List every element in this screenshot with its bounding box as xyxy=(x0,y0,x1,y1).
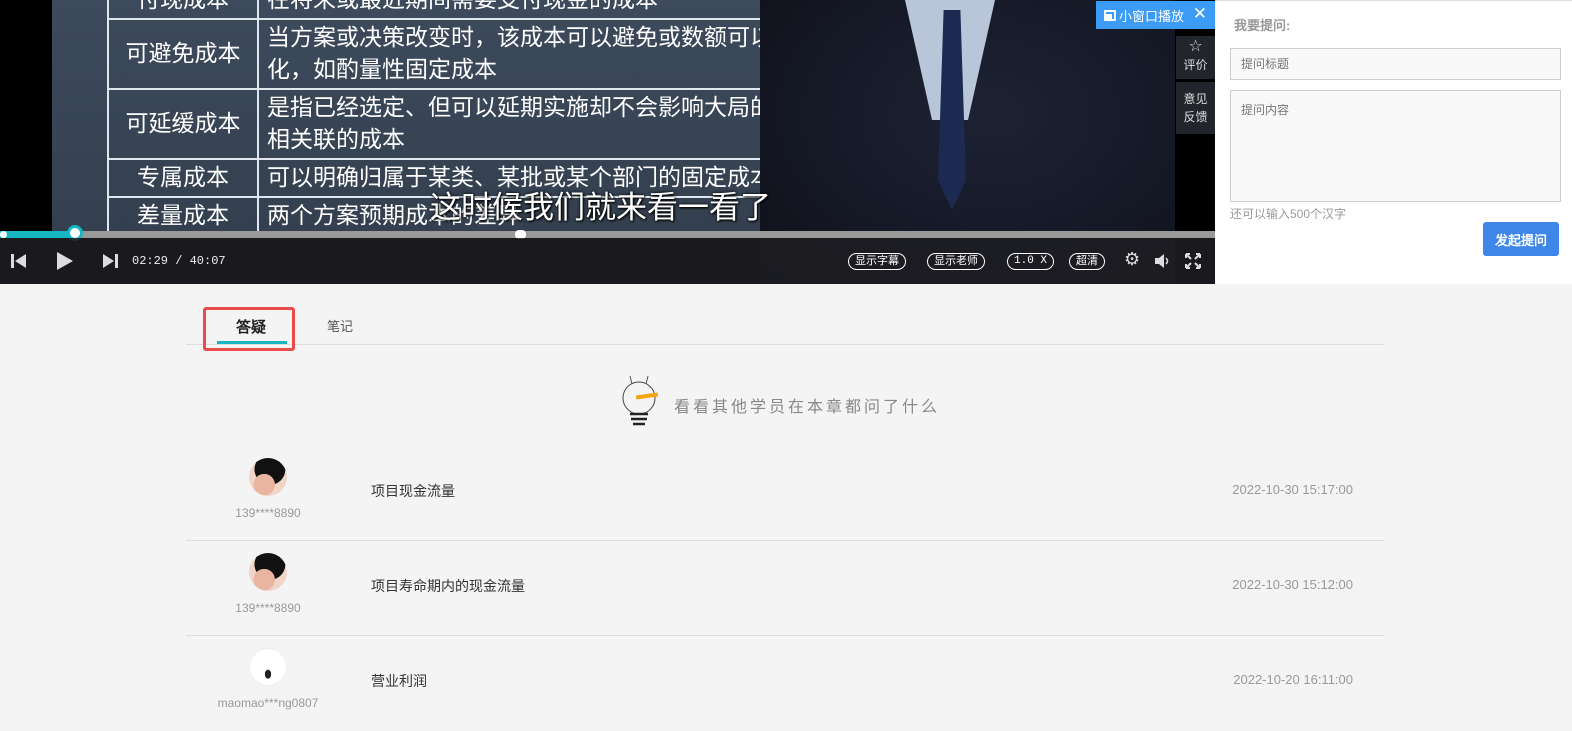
question-date: 2022-10-20 16:11:00 xyxy=(1233,672,1353,687)
control-bar: 02:29 / 40:07 显示字幕 显示老师 1.0 X 超清 ⚙ xyxy=(0,238,1215,284)
panel-title: 我要提问: xyxy=(1234,18,1291,33)
slide-term: 可延缓成本 xyxy=(107,88,259,160)
star-icon: ☆ xyxy=(1188,38,1203,55)
slide-term: 付现成本 xyxy=(107,0,259,20)
tab-notes[interactable]: 笔记 xyxy=(327,316,353,335)
submit-question-button[interactable]: 发起提问 xyxy=(1483,222,1559,256)
close-icon[interactable]: ✕ xyxy=(1193,4,1207,24)
slide-term: 差量成本 xyxy=(107,196,259,236)
progress-start xyxy=(0,231,7,238)
mini-window-label: 小窗口播放 xyxy=(1119,8,1185,24)
question-title-input[interactable] xyxy=(1230,48,1561,80)
rate-button[interactable]: ☆ 评价 xyxy=(1176,36,1215,79)
highlight-box xyxy=(203,307,295,351)
settings-icon[interactable]: ⚙ xyxy=(1124,249,1140,270)
show-teacher-button[interactable]: 显示老师 xyxy=(927,253,985,270)
previous-icon[interactable] xyxy=(10,253,26,269)
volume-icon[interactable] xyxy=(1154,253,1172,269)
time-display: 02:29 / 40:07 xyxy=(132,254,226,268)
next-icon[interactable] xyxy=(103,253,119,269)
play-icon[interactable] xyxy=(55,251,75,271)
hint-text: 看看其他学员在本章都问了什么 xyxy=(674,397,941,416)
username: 139****8890 xyxy=(235,601,301,615)
slide-term: 可避免成本 xyxy=(107,18,259,90)
feedback-label: 意见 xyxy=(1183,92,1208,106)
question-title[interactable]: 项目寿命期内的现金流量 xyxy=(371,576,525,596)
rate-label: 评价 xyxy=(1183,58,1208,72)
ask-question-panel: 我要提问: 还可以输入500个汉字 发起提问 xyxy=(1215,0,1572,284)
char-remaining: 还可以输入500个汉字 xyxy=(1230,207,1347,221)
subtitle-text: 这时候我们就来看一看了 xyxy=(430,190,771,226)
show-subtitles-button[interactable]: 显示字幕 xyxy=(848,253,906,270)
slide-term: 专属成本 xyxy=(107,158,259,198)
quality-button[interactable]: 超清 xyxy=(1069,253,1105,270)
question-row[interactable]: 139****8890 项目现金流量 2022-10-30 15:17:00 xyxy=(186,446,1384,541)
feedback-label: 反馈 xyxy=(1183,110,1208,124)
question-title[interactable]: 营业利润 xyxy=(371,671,427,691)
tab-bar: 答疑 笔记 xyxy=(186,300,1384,345)
mini-window-icon xyxy=(1104,9,1116,21)
question-row[interactable]: maomao***ng0807 营业利润 2022-10-20 16:11:00 xyxy=(186,636,1384,731)
mini-window-button[interactable]: 小窗口播放 ✕ xyxy=(1096,1,1215,29)
question-title[interactable]: 项目现金流量 xyxy=(371,481,455,501)
fullscreen-icon[interactable] xyxy=(1185,253,1201,269)
question-date: 2022-10-30 15:17:00 xyxy=(1232,482,1353,497)
progress-bar[interactable] xyxy=(0,231,1215,238)
video-player[interactable]: 付现成本 在将来或最近期间需要支付现金的成本 可避免成本 当方案或决策改变时，该成本… xyxy=(0,0,1215,284)
user-avatar xyxy=(249,553,287,591)
lightbulb-mascot-icon xyxy=(622,375,659,426)
speed-button[interactable]: 1.0 X xyxy=(1007,253,1055,270)
question-date: 2022-10-30 15:12:00 xyxy=(1232,577,1353,592)
question-row[interactable]: 139****8890 项目寿命期内的现金流量 2022-10-30 15:12… xyxy=(186,541,1384,636)
user-avatar xyxy=(249,458,287,496)
question-content-input[interactable] xyxy=(1230,90,1561,202)
progress-played xyxy=(0,231,76,238)
user-avatar xyxy=(249,648,287,686)
hint-banner: 看看其他学员在本章都问了什么 xyxy=(618,372,940,430)
username: maomao***ng0807 xyxy=(217,696,319,710)
feedback-button[interactable]: 意见 反馈 xyxy=(1176,82,1215,134)
username: 139****8890 xyxy=(235,506,301,520)
